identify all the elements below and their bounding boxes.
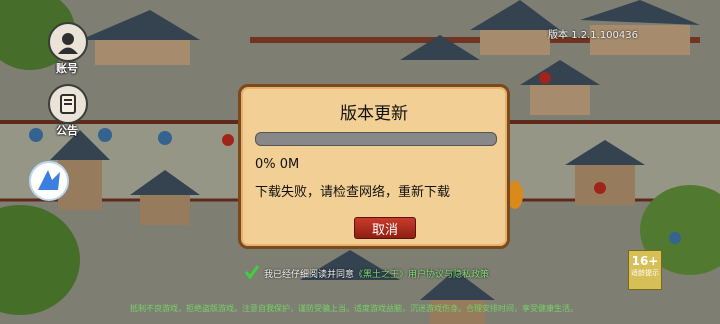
- checkmark-icon: [244, 265, 260, 280]
- account-label: 账号: [56, 62, 78, 75]
- announcement-label: 公告: [56, 124, 78, 137]
- consent-checkbox[interactable]: [243, 263, 261, 281]
- announcement-scroll-icon: [60, 94, 76, 114]
- consent-prefix: 我已经仔细阅读并同意: [264, 270, 355, 280]
- cancel-label: 取消: [371, 222, 398, 238]
- age-rating-number: 16+: [631, 254, 659, 268]
- update-dialog: 版本更新 0% 0M 下载失败，请检查网络，重新下载 取消: [238, 84, 510, 249]
- consent-text: 我已经仔细阅读并同意《黑土之王》用户协议与隐私政策: [264, 267, 489, 280]
- error-message: 下载失败，请检查网络，重新下载: [255, 185, 451, 200]
- announcement-button[interactable]: [48, 84, 88, 124]
- account-button[interactable]: [48, 22, 88, 62]
- cancel-button[interactable]: 取消: [354, 217, 416, 239]
- game-logo-icon: [29, 161, 69, 201]
- version-label: 版本 1.2.1.100436: [548, 30, 638, 41]
- dialog-title: 版本更新: [340, 104, 408, 124]
- age-rating-badge: 16+ 适龄提示: [628, 250, 662, 290]
- account-avatar-icon: [58, 33, 78, 54]
- progress-text: 0% 0M: [255, 157, 300, 172]
- user-agreement-link[interactable]: 《黑土之王》用户协议与隐私政策: [354, 270, 489, 280]
- health-advisory-text: 抵制不良游戏，拒绝盗版游戏。注意自我保护，谨防受骗上当。适度游戏益脑，沉迷游戏伤…: [130, 304, 578, 313]
- download-progress-bar: [255, 132, 497, 146]
- age-rating-label: 适龄提示: [631, 269, 659, 277]
